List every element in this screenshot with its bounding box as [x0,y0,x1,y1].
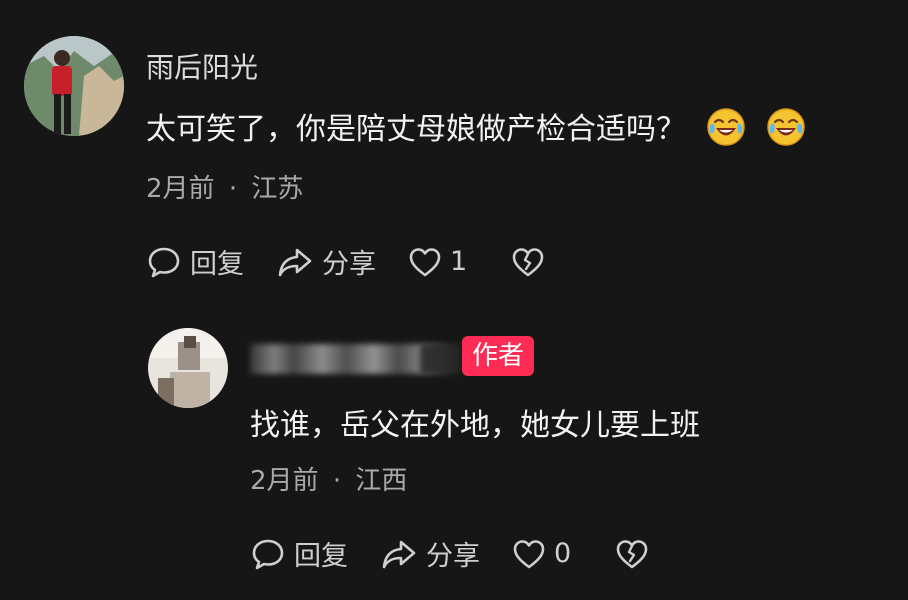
share-label: 分享 [322,249,376,280]
laugh-cry-emoji-icon [706,107,746,155]
like-count: 1 [450,246,468,277]
laugh-cry-emoji-icon [766,107,806,155]
comment-username[interactable]: 雨后阳光 [146,46,258,86]
reply-meta: 2月前 · 江西 [250,460,407,497]
comment-meta: 2月前 · 江苏 [146,168,303,205]
like-button[interactable]: 1 [408,246,467,278]
like-button[interactable]: 0 [512,538,571,570]
avatar[interactable] [148,328,228,408]
heart-icon [408,246,442,278]
broken-heart-icon [615,538,649,570]
like-count: 0 [554,538,572,569]
comment-time: 2月前 [146,174,215,204]
reply-label: 回复 [294,541,348,572]
comment-location: 江苏 [251,174,304,204]
reply-button[interactable]: 回复 [250,534,348,573]
author-badge: 作者 [462,336,535,376]
reply-bubble-icon [146,244,182,280]
reply-label: 回复 [190,249,244,280]
share-arrow-icon [276,244,314,280]
avatar[interactable] [24,36,124,136]
reply-item: 作者 找谁，岳父在外地，她女儿要上班 2月前 · 江西 回复 分享 0 [0,300,908,600]
share-button[interactable]: 分享 [276,242,376,281]
meta-separator: · [332,466,342,496]
share-label: 分享 [426,541,480,572]
comment-text-content: 太可笑了，你是陪丈母娘做产检合适吗？ [146,112,686,147]
comment-item: 雨后阳光 太可笑了，你是陪丈母娘做产检合适吗？ 2月前 · 江苏 回复 分享 1 [0,0,908,300]
reply-text: 找谁，岳父在外地，她女儿要上班 [250,408,700,443]
reply-location: 江西 [355,466,408,496]
reply-bubble-icon [250,536,286,572]
meta-separator: · [228,174,238,204]
share-button[interactable]: 分享 [380,534,480,573]
comment-text: 太可笑了，你是陪丈母娘做产检合适吗？ [146,104,806,155]
comment-actions: 回复 分享 1 [146,242,545,281]
heart-icon [512,538,546,570]
dislike-button[interactable] [615,538,649,570]
broken-heart-icon [511,246,545,278]
comment-thread-screen: { "comments": [ { "username": "雨后阳光", "t… [0,0,908,600]
blurred-username-tail [420,344,460,374]
reply-button[interactable]: 回复 [146,242,244,281]
dislike-button[interactable] [511,246,545,278]
reply-actions: 回复 分享 0 [250,534,649,573]
share-arrow-icon [380,536,418,572]
reply-time: 2月前 [250,466,319,496]
